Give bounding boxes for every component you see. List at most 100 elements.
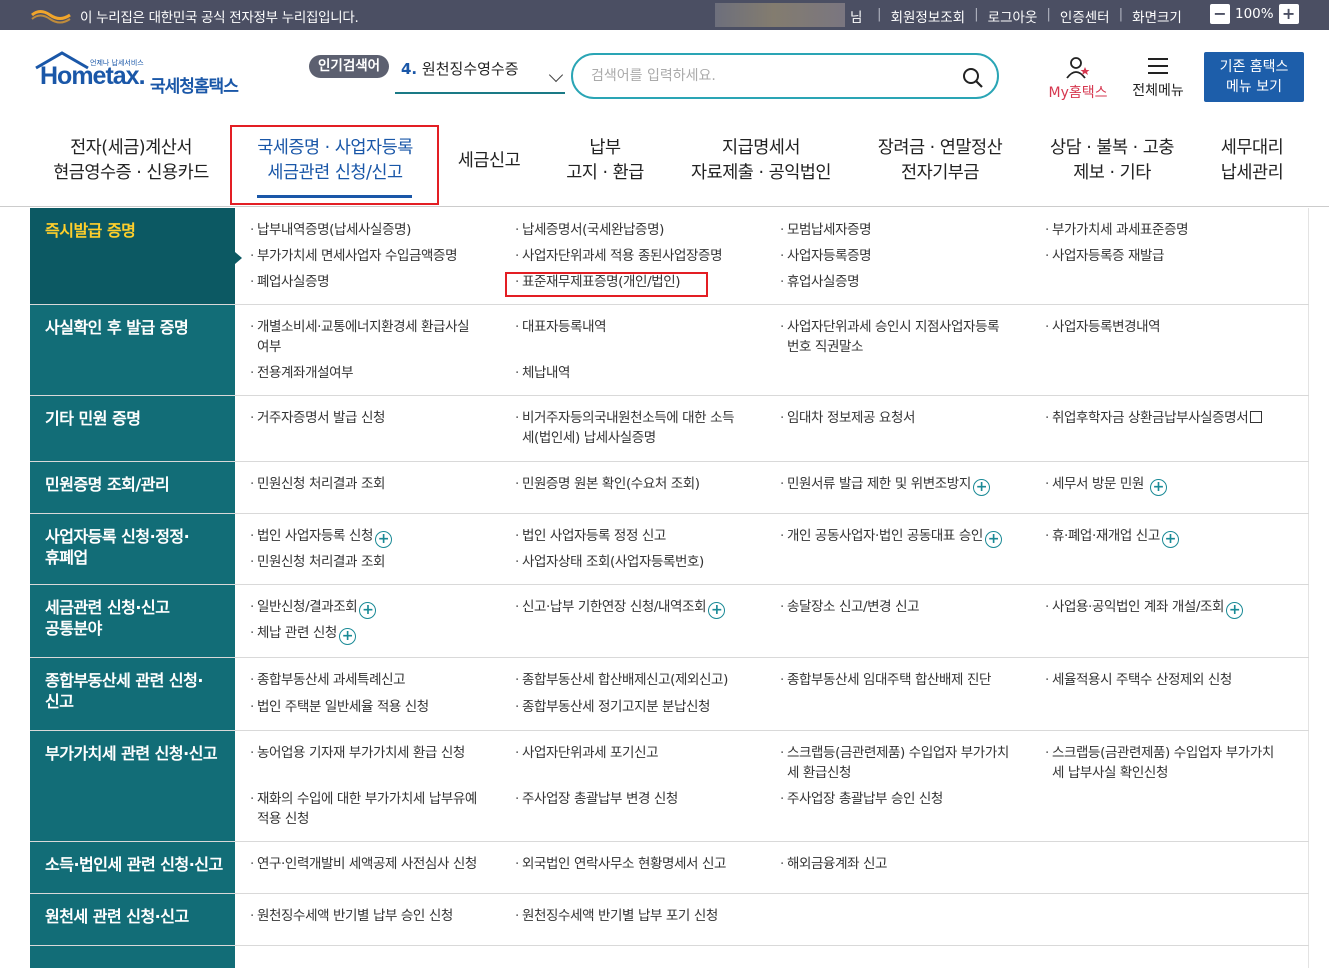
hometax-logo[interactable]: 언제나 납세서비스 Hometax. 국세청홈택스 — [32, 50, 247, 100]
menu-link[interactable]: 원천징수세액 반기별 납부 승인 신청 — [250, 906, 453, 926]
menu-link[interactable]: 주사업장 총괄납부 변경 신청 — [515, 789, 678, 809]
plus-circle-icon[interactable]: + — [359, 602, 377, 619]
cert-center-link[interactable]: 인증센터 — [1060, 6, 1110, 26]
category-title[interactable]: 사실확인 후 발급 증명 — [30, 305, 235, 395]
menu-link[interactable]: 사업자등록증 재발급 — [1045, 246, 1164, 266]
menu-link-line: 재화의 수입에 대한 부가가치세 납부유예 — [257, 791, 477, 807]
menu-link[interactable]: 전용계좌개설여부 — [250, 363, 354, 383]
menu-link[interactable]: 모범납세자증명 — [780, 220, 872, 240]
menu-link[interactable]: 사업자단위과세 승인시 지점사업자등록번호 직권말소 — [780, 317, 1000, 357]
menu-link[interactable]: 신고·납부 기한연장 신청/내역조회+ — [515, 597, 726, 619]
active-category-arrow-icon — [235, 252, 242, 264]
my-hometax-button[interactable]: My홈택스 — [1043, 56, 1113, 102]
menu-link[interactable]: 휴업사실증명 — [780, 272, 860, 292]
nav-payment-statement[interactable]: 지급명세서 자료제출 · 공익법인 — [688, 115, 834, 207]
category-title[interactable]: 기타 민원 증명 — [30, 396, 235, 461]
menu-link[interactable]: 세율적용시 주택수 산정제외 신청 — [1045, 670, 1232, 690]
menu-link[interactable]: 연구·인력개발비 세액공제 사전심사 신청 — [250, 854, 477, 874]
menu-link[interactable]: 재화의 수입에 대한 부가가치세 납부유예적용 신청 — [250, 789, 477, 829]
menu-link[interactable]: 개별소비세·교통에너지환경세 환급사실여부 — [250, 317, 470, 357]
member-info-link[interactable]: 회원정보조회 — [891, 6, 966, 26]
plus-circle-icon[interactable]: + — [338, 628, 356, 645]
menu-link[interactable]: 사업자단위과세 적용 종된사업장증명 — [515, 246, 723, 266]
submenu-row: 종합부동산세 관련 신청· 신고 종합부동산세 과세특례신고 종합부동산세 합산배… — [30, 658, 1309, 731]
old-homepage-menu-button[interactable]: 기존 홈택스 메뉴 보기 — [1204, 52, 1304, 102]
menu-link[interactable]: 민원신청 처리결과 조회 — [250, 552, 385, 572]
zoom-in-button[interactable]: + — [1278, 4, 1299, 24]
menu-link[interactable]: 세무서 방문 민원 + — [1045, 474, 1167, 496]
menu-link[interactable]: 납부내역증명(납세사실증명) — [250, 220, 411, 240]
menu-link[interactable]: 사업자등록증명 — [780, 246, 872, 266]
plus-circle-icon[interactable]: + — [972, 479, 990, 496]
menu-link[interactable]: 법인 주택분 일반세율 적용 신청 — [250, 697, 429, 717]
menu-link[interactable]: 부가가치세 면세사업자 수입금액증명 — [250, 246, 458, 266]
nav-payment[interactable]: 납부 고지 · 환급 — [560, 115, 650, 207]
search-input[interactable] — [591, 65, 931, 87]
menu-link[interactable]: 체납내역 — [515, 363, 571, 383]
all-menu-button[interactable]: 전체메뉴 — [1127, 56, 1189, 100]
menu-link[interactable]: 체납 관련 신청+ — [250, 623, 356, 645]
menu-link[interactable]: 민원서류 발급 제한 및 위변조방지+ — [780, 474, 990, 496]
menu-link[interactable]: 비거주자등의국내원천소득에 대한 소득세(법인세) 납세사실증명 — [515, 408, 735, 448]
menu-link[interactable]: 종합부동산세 정기고지분 분납신청 — [515, 697, 710, 717]
zoom-out-button[interactable]: − — [1210, 4, 1230, 24]
menu-link[interactable]: 원천징수세액 반기별 납부 포기 신청 — [515, 906, 718, 926]
menu-link[interactable]: 개인 공동사업자·법인 공동대표 승인+ — [780, 526, 1002, 548]
category-title[interactable]: 소득·법인세 관련 신청·신고 — [30, 842, 235, 893]
menu-link[interactable]: 종합부동산세 합산배제신고(제외신고) — [515, 670, 728, 690]
nav-label: 장려금 · 연말정산 — [877, 138, 1003, 158]
menu-link[interactable]: 납세증명서(국세완납증명) — [515, 220, 664, 240]
nav-tax-agent[interactable]: 세무대리 납세관리 — [1215, 115, 1289, 207]
menu-link[interactable]: 해외금융계좌 신고 — [780, 854, 887, 874]
submenu-row: 원천세 관련 신청·신고 원천징수세액 반기별 납부 승인 신청 원천징수세액 … — [30, 894, 1309, 946]
menu-link[interactable]: 사업자상태 조회(사업자등록번호) — [515, 552, 704, 572]
menu-link[interactable]: 송달장소 신고/변경 신고 — [780, 597, 920, 617]
menu-link[interactable]: 스크랩등(금관련제품) 수입업자 부가가치세 환급신청 — [780, 743, 1009, 783]
menu-link[interactable]: 주사업장 총괄납부 승인 신청 — [780, 789, 943, 809]
menu-link[interactable]: 일반신청/결과조회+ — [250, 597, 377, 619]
menu-link[interactable]: 폐업사실증명 — [250, 272, 330, 292]
plus-circle-icon[interactable]: + — [374, 531, 392, 548]
popular-keyword-dropdown[interactable]: 4. 원천징수영수증 — [395, 58, 565, 94]
nav-tax-return[interactable]: 세금신고 — [453, 115, 525, 207]
menu-link[interactable]: 스크랩등(금관련제품) 수입업자 부가가치세 납부사실 확인신청 — [1045, 743, 1274, 783]
nav-incentive[interactable]: 장려금 · 연말정산 전자기부금 — [873, 115, 1007, 207]
category-title[interactable]: 세금관련 신청·신고 공통분야 — [30, 585, 235, 657]
nav-label: 고지 · 환급 — [566, 163, 644, 183]
menu-link[interactable]: 부가가치세 과세표준증명 — [1045, 220, 1189, 240]
menu-link[interactable]: 사업자등록변경내역 — [1045, 317, 1161, 337]
menu-link[interactable]: 대표자등록내역 — [515, 317, 607, 337]
category-title[interactable]: 원천세 관련 신청·신고 — [30, 894, 235, 945]
menu-link[interactable]: 민원신청 처리결과 조회 — [250, 474, 385, 494]
menu-link[interactable]: 종합부동산세 과세특례신고 — [250, 670, 406, 690]
menu-link[interactable]: 법인 사업자등록 신청+ — [250, 526, 392, 548]
menu-link[interactable]: 임대차 정보제공 요청서 — [780, 408, 915, 428]
logout-link[interactable]: 로그아웃 — [988, 6, 1038, 26]
category-title[interactable]: 부가가치세 관련 신청·신고 — [30, 731, 235, 841]
menu-link[interactable]: 농어업용 기자재 부가가치세 환급 신청 — [250, 743, 465, 763]
menu-link[interactable]: 사업용·공익법인 계좌 개설/조회+ — [1045, 597, 1244, 619]
nav-label: 세금신고 — [457, 150, 521, 171]
menu-link[interactable]: 외국법인 연락사무소 현황명세서 신고 — [515, 854, 726, 874]
menu-link[interactable]: 휴·폐업·재개업 신고+ — [1045, 526, 1179, 548]
plus-circle-icon[interactable]: + — [708, 602, 726, 619]
category-title[interactable]: 사업자등록 신청·정정· 휴폐업 — [30, 514, 235, 584]
category-title[interactable]: 민원증명 조회/관리 — [30, 462, 235, 513]
menu-link[interactable]: 법인 사업자등록 정정 신고 — [515, 526, 666, 546]
menu-link[interactable]: 취업후학자금 상환금납부사실증명서 — [1045, 408, 1263, 428]
menu-link[interactable]: 거주자증명서 발급 신청 — [250, 408, 385, 428]
menu-link[interactable]: 사업자단위과세 포기신고 — [515, 743, 659, 763]
menu-link[interactable]: 민원증명 원본 확인(수요처 조회) — [515, 474, 700, 494]
category-title-line: 휴폐업 — [45, 548, 88, 567]
menu-link[interactable]: 종합부동산세 임대주택 합산배제 진단 — [780, 670, 991, 690]
plus-circle-icon[interactable]: + — [984, 531, 1002, 548]
nav-e-invoice[interactable]: 전자(세금)계산서 현금영수증 · 신용카드 — [50, 115, 212, 207]
search-icon[interactable] — [962, 67, 984, 89]
plus-circle-icon[interactable]: + — [1149, 479, 1167, 496]
main-navigation: 전자(세금)계산서 현금영수증 · 신용카드 국세증명 · 사업자등록 세금관련… — [0, 115, 1329, 207]
category-title[interactable]: 종합부동산세 관련 신청· 신고 — [30, 658, 235, 730]
plus-circle-icon[interactable]: + — [1161, 531, 1179, 548]
plus-circle-icon[interactable]: + — [1226, 602, 1244, 619]
nav-consulting[interactable]: 상담 · 불복 · 고충 제보 · 기타 — [1045, 115, 1179, 207]
category-title[interactable]: 즉시발급 증명 — [30, 208, 235, 304]
